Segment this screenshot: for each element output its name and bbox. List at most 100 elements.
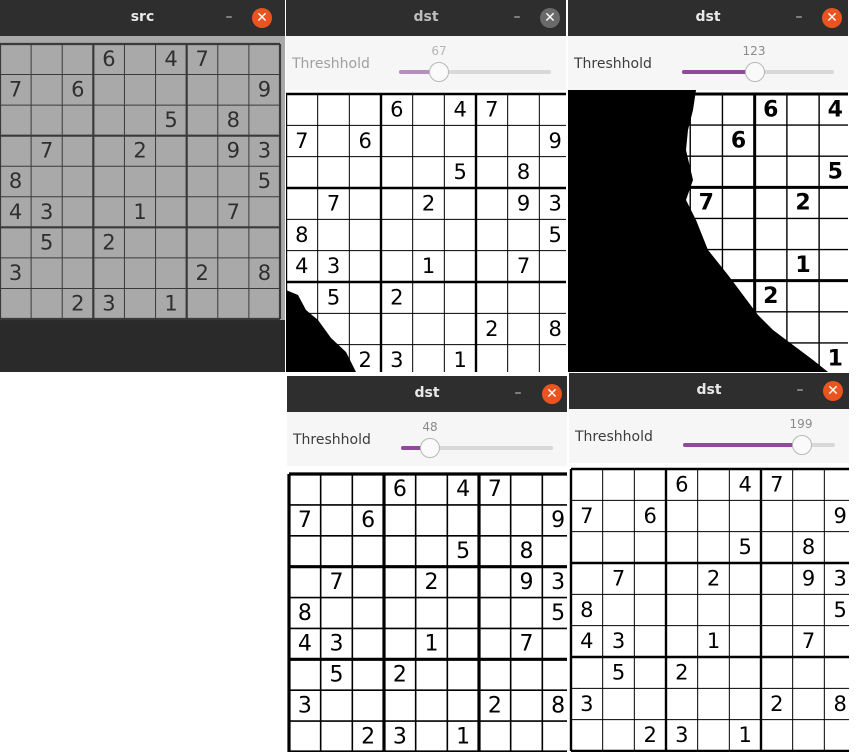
sudoku-digit: 3 — [298, 693, 312, 718]
sudoku-digit: 6 — [390, 98, 403, 122]
trackbar-panel: Threshhold 48 — [287, 412, 567, 466]
sudoku-digit: 2 — [361, 724, 375, 749]
sudoku-digit: 7 — [330, 570, 344, 595]
titlebar[interactable]: dst – ✕ — [568, 0, 848, 36]
trackbar-value: 67 — [431, 44, 447, 58]
sudoku-digit: 5 — [453, 160, 466, 184]
sudoku-digit: 8 — [295, 223, 308, 247]
window-title: src — [130, 9, 155, 25]
sudoku-digit: 8 — [9, 169, 22, 193]
sudoku-digit: 2 — [102, 230, 115, 254]
sudoku-digit: 9 — [833, 504, 846, 528]
titlebar[interactable]: dst – ✕ — [286, 0, 566, 36]
sudoku-digit: 5 — [833, 598, 846, 622]
sudoku-digit: 2 — [390, 286, 403, 310]
close-icon[interactable]: ✕ — [540, 8, 560, 28]
sudoku-digit: 9 — [548, 129, 561, 153]
sudoku-digit: 5 — [612, 661, 625, 685]
sudoku-digit: 7 — [612, 567, 625, 591]
slider-fill — [683, 443, 802, 447]
minimize-icon[interactable]: – — [507, 7, 527, 27]
dst-image: 64776958729385431752328231 — [569, 463, 849, 752]
close-icon[interactable]: ✕ — [252, 8, 272, 28]
sudoku-digit: 7 — [196, 47, 209, 71]
sudoku-digit: 2 — [425, 570, 439, 595]
sudoku-digit: 7 — [295, 129, 308, 153]
sudoku-digit: 7 — [485, 98, 498, 122]
trackbar-label: Threshhold — [293, 432, 371, 448]
threshold-slider[interactable] — [401, 438, 553, 458]
sudoku-digit: 4 — [738, 473, 751, 497]
sudoku-digit: 2 — [422, 192, 435, 216]
slider-knob[interactable] — [428, 62, 449, 82]
sudoku-digit: 3 — [258, 139, 271, 163]
sudoku-digit: 5 — [456, 539, 470, 564]
sudoku-digit: 4 — [828, 97, 843, 122]
close-icon[interactable]: ✕ — [823, 381, 843, 401]
sudoku-digit: 1 — [425, 632, 439, 657]
titlebar[interactable]: src – ✕ — [0, 0, 285, 36]
trackbar-label: Threshhold — [292, 56, 370, 72]
sudoku-digit: 2 — [675, 661, 688, 685]
sudoku-digit: 3 — [9, 261, 22, 285]
sudoku-digit: 3 — [40, 200, 53, 224]
sudoku-digit: 3 — [330, 632, 344, 657]
sudoku-digit: 9 — [802, 567, 815, 591]
sudoku-digit: 5 — [164, 108, 177, 132]
sudoku-digit: 2 — [133, 139, 146, 163]
window-dst-4: dst – ✕ Threshhold 199 64776958729385431… — [569, 373, 849, 752]
sudoku-digit: 3 — [580, 692, 593, 716]
window-dst-3: dst – ✕ Threshhold 48 647769587293854317… — [287, 376, 567, 752]
window-dst-2: dst – ✕ Threshhold 123 64776958729385431… — [568, 0, 848, 372]
window-src: src – ✕ 64776958729385431752328231 — [0, 0, 285, 372]
sudoku-digit: 3 — [833, 567, 846, 591]
trackbar-panel: Threshhold 123 — [568, 36, 848, 90]
sudoku-digit: 7 — [488, 477, 502, 502]
threshold-slider[interactable] — [682, 62, 834, 82]
minimize-icon[interactable]: – — [790, 380, 810, 400]
sudoku-digit: 8 — [580, 598, 593, 622]
sudoku-digit: 1 — [456, 724, 470, 749]
sudoku-digit: 5 — [327, 286, 340, 310]
sudoku-digit: 2 — [71, 291, 84, 315]
threshold-slider[interactable] — [683, 435, 835, 455]
sudoku-digit: 8 — [298, 601, 312, 626]
threshold-slider[interactable] — [399, 62, 551, 82]
sudoku-digit: 8 — [517, 160, 530, 184]
close-icon[interactable]: ✕ — [542, 384, 562, 404]
minimize-icon[interactable]: – — [219, 7, 239, 27]
trackbar-label: Threshhold — [575, 429, 653, 445]
slider-knob[interactable] — [744, 62, 765, 82]
sudoku-digit: 8 — [802, 535, 815, 559]
sudoku-digit: 3 — [390, 348, 403, 372]
trackbar-value: 48 — [422, 420, 438, 434]
sudoku-digit: 4 — [298, 632, 312, 657]
sudoku-digit: 3 — [551, 570, 565, 595]
sudoku-digit: 1 — [164, 291, 177, 315]
slider-knob[interactable] — [419, 438, 440, 458]
sudoku-digit: 1 — [453, 348, 466, 372]
sudoku-digit: 9 — [258, 78, 271, 102]
sudoku-digit: 4 — [295, 254, 308, 278]
sudoku-digit: 9 — [227, 139, 240, 163]
threshold-black-region — [568, 90, 828, 372]
sudoku-digit: 5 — [548, 223, 561, 247]
sudoku-digit: 7 — [40, 139, 53, 163]
sudoku-digit: 1 — [795, 253, 810, 278]
sudoku-digit: 5 — [828, 160, 843, 185]
trackbar-panel: Threshhold 199 — [569, 409, 849, 463]
minimize-icon[interactable]: – — [789, 7, 809, 27]
sudoku-digit: 4 — [456, 477, 470, 502]
titlebar[interactable]: dst – ✕ — [287, 376, 567, 412]
sudoku-digit: 8 — [833, 692, 846, 716]
slider-knob[interactable] — [791, 435, 812, 455]
sudoku-digit: 4 — [453, 98, 466, 122]
minimize-icon[interactable]: – — [508, 383, 528, 403]
titlebar[interactable]: dst – ✕ — [569, 373, 849, 409]
sudoku-digit: 7 — [580, 504, 593, 528]
sudoku-digit: 3 — [102, 291, 115, 315]
src-image: 64776958729385431752328231 — [0, 36, 285, 372]
sudoku-digit: 7 — [517, 254, 530, 278]
close-icon[interactable]: ✕ — [822, 8, 842, 28]
trackbar-label: Threshhold — [574, 56, 652, 72]
